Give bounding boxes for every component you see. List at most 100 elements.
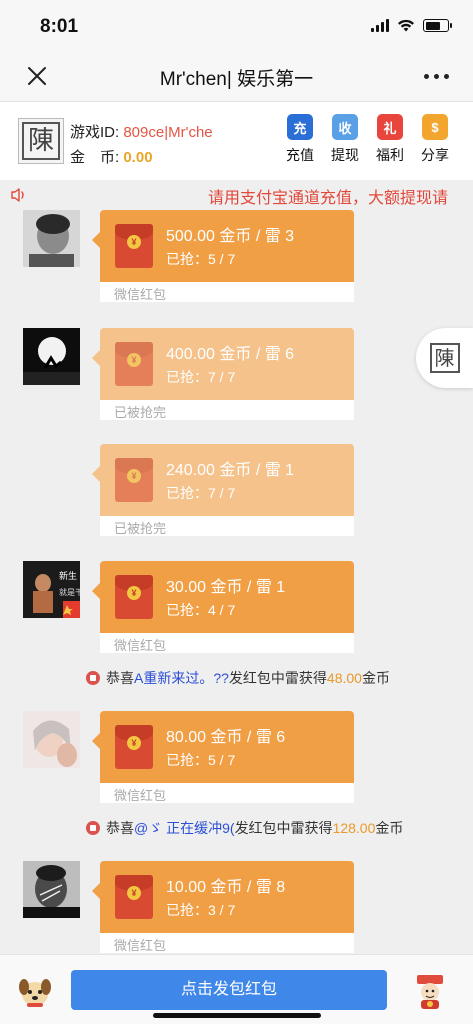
- red-envelope-icon: ¥: [115, 725, 153, 769]
- yuan-coin-icon: ¥: [127, 353, 141, 367]
- yuan-coin-icon: ¥: [127, 235, 141, 249]
- bubble-tail: [92, 232, 100, 248]
- bubble-tail: [92, 350, 100, 366]
- notice-badge-icon: [86, 821, 100, 835]
- coin-line: 金 币: 0.00: [70, 146, 153, 167]
- red-envelope-icon: ¥: [115, 575, 153, 619]
- bubble-tail: [92, 583, 100, 599]
- red-packet-bubble[interactable]: ¥80.00 金币 / 雷 6 已抢：5 / 7 微信红包: [92, 711, 354, 803]
- system-notice: 恭喜 A重新来过。?? 发红包中雷获得 48.00 金币: [0, 666, 473, 688]
- wifi-icon: [398, 19, 414, 32]
- packet-amount: 30.00 金币 / 雷 1: [166, 579, 286, 596]
- chat-area: ¥500.00 金币 / 雷 3 已抢：5 / 7 微信红包 ¥400.00 金币 /…: [0, 210, 473, 954]
- yuan-coin-icon: ¥: [127, 586, 141, 600]
- status-time: 8:01: [40, 16, 79, 37]
- packet-footer-label: 微信红包: [114, 638, 167, 653]
- packet-footer-label: 已被抢完: [114, 521, 167, 536]
- bubble-tail: [92, 466, 100, 482]
- seal-logo: 陳: [429, 343, 460, 373]
- packet-amount: 500.00 金币 / 雷 3: [166, 228, 295, 245]
- red-packet-message: ¥400.00 金币 / 雷 6 已抢：7 / 7 已被抢完: [0, 328, 473, 420]
- avatar[interactable]: [23, 861, 80, 918]
- nav-bar: Mr'chen| 娱乐第一: [0, 50, 473, 102]
- game-id-value: 809ce|Mr'che: [123, 124, 213, 141]
- red-envelope-icon: ¥: [115, 875, 153, 919]
- packet-grabbed-count: 已抢：5 / 7: [166, 251, 236, 267]
- game-id-label: 游戏ID:: [70, 124, 120, 141]
- system-notice: 恭喜 @ゞ 正在缓冲9(发红包中雷获得 128.00 金币: [0, 816, 473, 838]
- red-packet-message: 新生就是干 ¥30.00 金币 / 雷 1 已抢：4 / 7 微信红包: [0, 561, 473, 653]
- red-packet-message: ¥240.00 金币 / 雷 1 已抢：7 / 7 已被抢完: [0, 444, 473, 536]
- battery-level: [425, 21, 441, 30]
- action-recharge-button[interactable]: 充充值: [284, 114, 316, 165]
- avatar[interactable]: 陳: [18, 118, 64, 164]
- notice-bar: 请用支付宝通道充值，大额提现请: [0, 180, 473, 210]
- red-envelope-icon: ¥: [115, 342, 153, 386]
- packet-grabbed-count: 已抢：7 / 7: [166, 485, 236, 501]
- packet-amount: 80.00 金币 / 雷 6: [166, 729, 286, 746]
- red-packet-bubble[interactable]: ¥400.00 金币 / 雷 6 已抢：7 / 7 已被抢完: [92, 328, 354, 420]
- svg-text:新生: 新生: [59, 570, 77, 582]
- page-title: Mr'chen| 娱乐第一: [159, 69, 314, 90]
- withdraw-icon: 收: [332, 114, 358, 140]
- winning-amount: 48.00: [326, 670, 362, 686]
- signal-icon: [371, 19, 389, 32]
- send-red-packet-button[interactable]: 点击发包红包: [71, 970, 387, 1010]
- notice-prefix: 恭喜: [106, 670, 134, 686]
- avatar[interactable]: [23, 328, 80, 385]
- share-icon: $: [422, 114, 448, 140]
- action-label: 福利: [376, 147, 404, 163]
- yuan-coin-icon: ¥: [127, 736, 141, 750]
- gift-icon: 礼: [377, 114, 403, 140]
- bubble-tail: [92, 733, 100, 749]
- packet-amount: 10.00 金币 / 雷 8: [166, 879, 286, 896]
- action-label: 充值: [286, 147, 314, 163]
- red-packet-bubble[interactable]: ¥30.00 金币 / 雷 1 已抢：4 / 7 微信红包: [92, 561, 354, 653]
- red-packet-message: ¥500.00 金币 / 雷 3 已抢：5 / 7 微信红包: [0, 210, 473, 302]
- fortune-mascot-icon[interactable]: [413, 972, 447, 1010]
- red-packet-bubble[interactable]: ¥240.00 金币 / 雷 1 已抢：7 / 7 已被抢完: [92, 444, 354, 536]
- red-packet-message: ¥80.00 金币 / 雷 6 已抢：5 / 7 微信红包: [0, 711, 473, 803]
- coin-label: 金 币:: [70, 149, 120, 166]
- notice-suffix: 金币: [361, 670, 390, 686]
- action-withdraw-button[interactable]: 收提现: [329, 114, 361, 165]
- notice-badge-icon: [86, 671, 100, 685]
- user-info-bar: 陳 游戏ID: 809ce|Mr'che 金 币: 0.00 充充值收提现礼福利…: [0, 102, 473, 180]
- floating-avatar-button[interactable]: 陳: [416, 328, 473, 388]
- packet-grabbed-count: 已抢：4 / 7: [166, 602, 236, 618]
- packet-amount: 400.00 金币 / 雷 6: [166, 346, 295, 363]
- avatar[interactable]: [23, 210, 80, 267]
- packet-grabbed-count: 已抢：3 / 7: [166, 902, 236, 918]
- packet-footer-label: 微信红包: [114, 788, 167, 803]
- more-dots-icon[interactable]: [424, 74, 449, 79]
- red-envelope-icon: ¥: [115, 458, 153, 502]
- red-packet-bubble[interactable]: ¥10.00 金币 / 雷 8 已抢：3 / 7 微信红包: [92, 861, 354, 953]
- packet-footer-label: 微信红包: [114, 938, 167, 953]
- home-indicator: [153, 1013, 321, 1018]
- status-icons: [371, 19, 452, 32]
- status-bar: 8:01: [0, 0, 473, 50]
- notice-text: 请用支付宝通道充值，大额提现请: [208, 190, 449, 207]
- avatar[interactable]: [23, 711, 80, 768]
- red-packet-message: ¥10.00 金币 / 雷 8 已抢：3 / 7 微信红包: [0, 861, 473, 953]
- yuan-coin-icon: ¥: [127, 886, 141, 900]
- red-packet-bubble[interactable]: ¥500.00 金币 / 雷 3 已抢：5 / 7 微信红包: [92, 210, 354, 302]
- seal-logo: 陳: [22, 122, 60, 160]
- dog-mascot-icon[interactable]: [17, 973, 53, 1009]
- coin-value: 0.00: [123, 149, 153, 166]
- avatar[interactable]: 新生 就是干: [23, 561, 80, 618]
- notice-prefix: 恭喜: [106, 820, 134, 836]
- winner-name: @ゞ 正在缓冲9(: [134, 820, 235, 836]
- packet-grabbed-count: 已抢：5 / 7: [166, 752, 236, 768]
- notice-middle: 发红包中雷获得: [228, 670, 327, 686]
- action-buttons: 充充值收提现礼福利 $ 分享: [284, 114, 451, 165]
- bubble-tail: [92, 883, 100, 899]
- notice-middle: 发红包中雷获得: [234, 820, 333, 836]
- svg-text:就是干: 就是干: [59, 587, 80, 597]
- action-share-button[interactable]: $ 分享: [419, 114, 451, 165]
- action-gift-button[interactable]: 礼福利: [374, 114, 406, 165]
- action-label: 提现: [331, 147, 359, 163]
- speaker-icon: [11, 188, 24, 202]
- notice-suffix: 金币: [375, 820, 404, 836]
- winner-name: A重新来过。??: [134, 670, 229, 686]
